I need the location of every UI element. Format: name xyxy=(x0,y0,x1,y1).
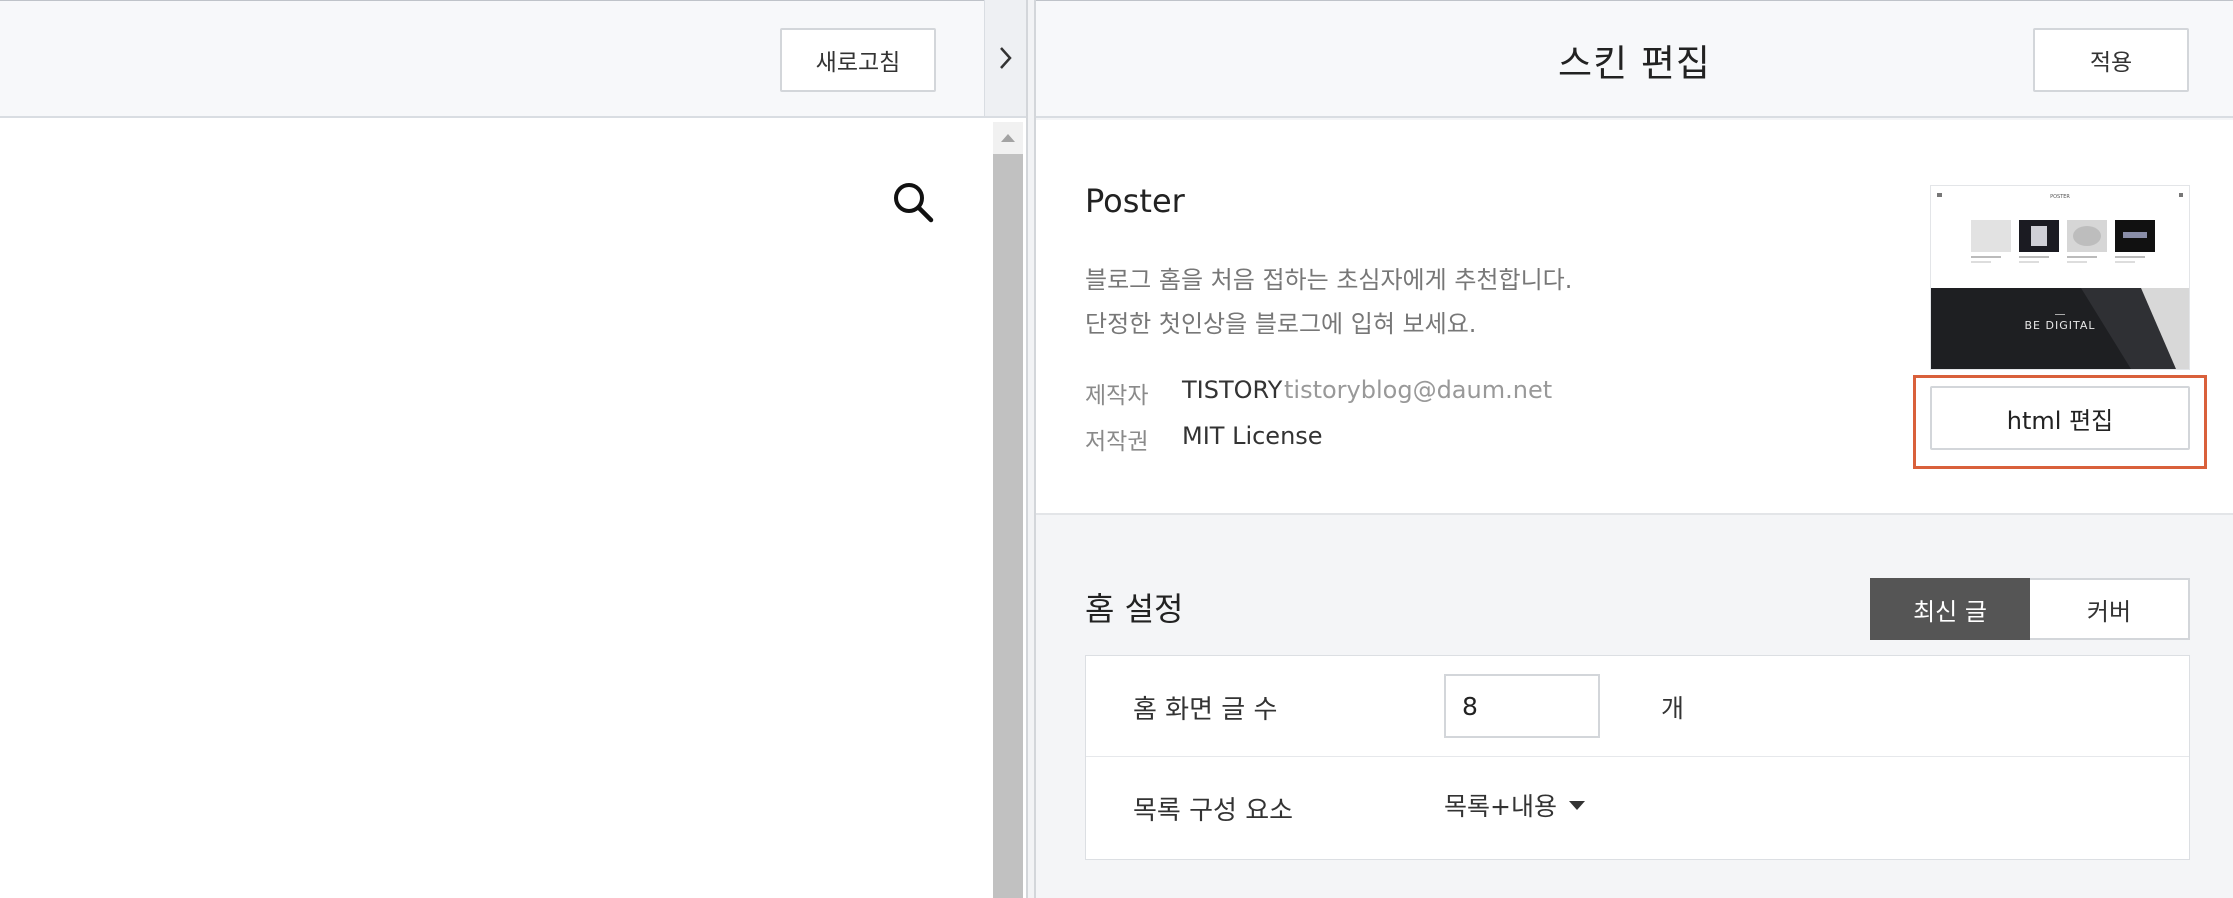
apply-button[interactable]: 적용 xyxy=(2033,28,2189,92)
search-icon[interactable] xyxy=(891,180,935,224)
post-count-label: 홈 화면 글 수 xyxy=(1133,695,1278,725)
html-edit-button[interactable]: html 편집 xyxy=(1930,386,2190,450)
caret-down-icon xyxy=(1568,800,1585,810)
scroll-thumb[interactable] xyxy=(993,154,1023,898)
home-settings-box: 홈 화면 글 수 개 목록 구성 요소 목록+내용 xyxy=(1085,655,2190,860)
skin-description-line: 블로그 홈을 처음 접하는 초심자에게 추천합니다. xyxy=(1085,266,1573,294)
skin-info-section: Poster 블로그 홈을 처음 접하는 초심자에게 추천합니다. 단정한 첫인… xyxy=(1036,120,2233,515)
skin-name: Poster xyxy=(1085,182,1185,220)
home-mode-toggle: 최신 글 커버 xyxy=(1870,578,2190,640)
collapse-panel-toggle[interactable] xyxy=(984,0,1026,118)
home-settings-title: 홈 설정 xyxy=(1085,590,1184,628)
skin-edit-header: 스킨 편집 적용 xyxy=(1036,0,2233,118)
thumbnail-logo: POSTER xyxy=(2050,194,2070,200)
author-label: 제작자 xyxy=(1085,383,1149,409)
list-elements-label: 목록 구성 요소 xyxy=(1133,796,1294,826)
preview-toolbar: 새로고침 xyxy=(0,0,984,118)
list-elements-dropdown[interactable]: 목록+내용 xyxy=(1444,787,1585,823)
skin-description-line: 단정한 첫인상을 블로그에 입혀 보세요. xyxy=(1085,310,1477,338)
license-value: MIT License xyxy=(1182,422,1323,450)
skin-edit-panel: 스킨 편집 적용 Poster 블로그 홈을 처음 접하는 초심자에게 추천합니… xyxy=(1036,0,2233,898)
thumbnail-banner: BE DIGITAL xyxy=(2025,319,2096,332)
post-count-unit: 개 xyxy=(1661,694,1685,723)
author-email: tistoryblog@daum.net xyxy=(1284,376,1553,404)
panel-divider[interactable] xyxy=(1026,0,1036,898)
author-name: TISTORY xyxy=(1182,376,1283,404)
blog-preview-pane: 새로고침 xyxy=(0,0,1026,898)
license-label: 저작권 xyxy=(1085,429,1149,455)
post-count-input[interactable] xyxy=(1444,674,1600,738)
list-elements-value: 목록+내용 xyxy=(1444,792,1557,821)
refresh-button[interactable]: 새로고침 xyxy=(780,28,936,92)
settings-row: 홈 화면 글 수 개 xyxy=(1086,656,2189,757)
settings-row: 목록 구성 요소 목록+내용 xyxy=(1086,757,2189,858)
chevron-right-icon xyxy=(999,47,1012,69)
skin-thumbnail: POSTER BE DIGITAL xyxy=(1930,185,2190,370)
cover-toggle[interactable]: 커버 xyxy=(2030,578,2190,640)
scroll-up-arrow-icon[interactable] xyxy=(993,122,1023,154)
latest-posts-toggle[interactable]: 최신 글 xyxy=(1870,578,2030,640)
